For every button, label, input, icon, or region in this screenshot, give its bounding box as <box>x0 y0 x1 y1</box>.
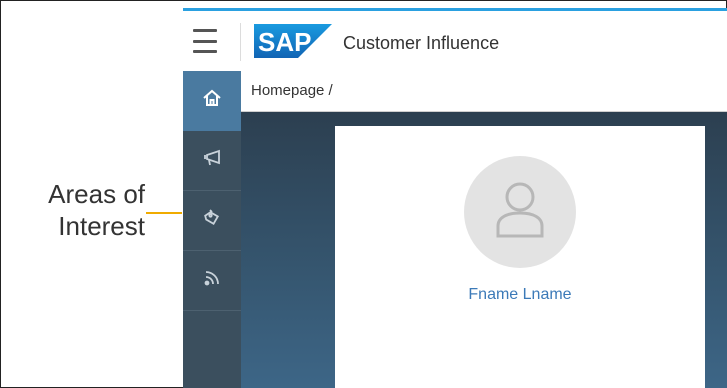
callout-line <box>146 212 182 214</box>
breadcrumb-homepage[interactable]: Homepage / <box>251 82 333 99</box>
sidebar-item-feed[interactable] <box>183 251 241 311</box>
areas-of-interest-callout: Areas of Interest <box>48 179 145 241</box>
person-icon <box>490 178 550 247</box>
home-icon <box>202 88 222 113</box>
avatar[interactable] <box>464 156 576 268</box>
app-title: Customer Influence <box>343 33 500 53</box>
app-window: SAP Customer Influence Homepage / Fname … <box>183 8 727 388</box>
tag-icon <box>202 208 222 233</box>
megaphone-icon <box>202 148 222 173</box>
menu-separator <box>240 23 241 61</box>
svg-text:SAP: SAP <box>258 27 311 57</box>
feed-icon <box>202 268 222 293</box>
sidebar-item-areas-of-interest[interactable] <box>183 191 241 251</box>
sidebar-item-home[interactable] <box>183 71 241 131</box>
breadcrumb: Homepage / <box>241 71 727 112</box>
sap-logo[interactable]: SAP <box>254 24 332 63</box>
hamburger-menu-icon[interactable] <box>193 29 217 53</box>
sidebar <box>183 71 241 388</box>
user-name-link[interactable]: Fname Lname <box>335 286 705 304</box>
shell-bar: SAP Customer Influence <box>183 11 727 72</box>
main-content: Fname Lname <box>241 112 727 388</box>
profile-card: Fname Lname <box>335 126 705 388</box>
sidebar-item-announcements[interactable] <box>183 131 241 191</box>
